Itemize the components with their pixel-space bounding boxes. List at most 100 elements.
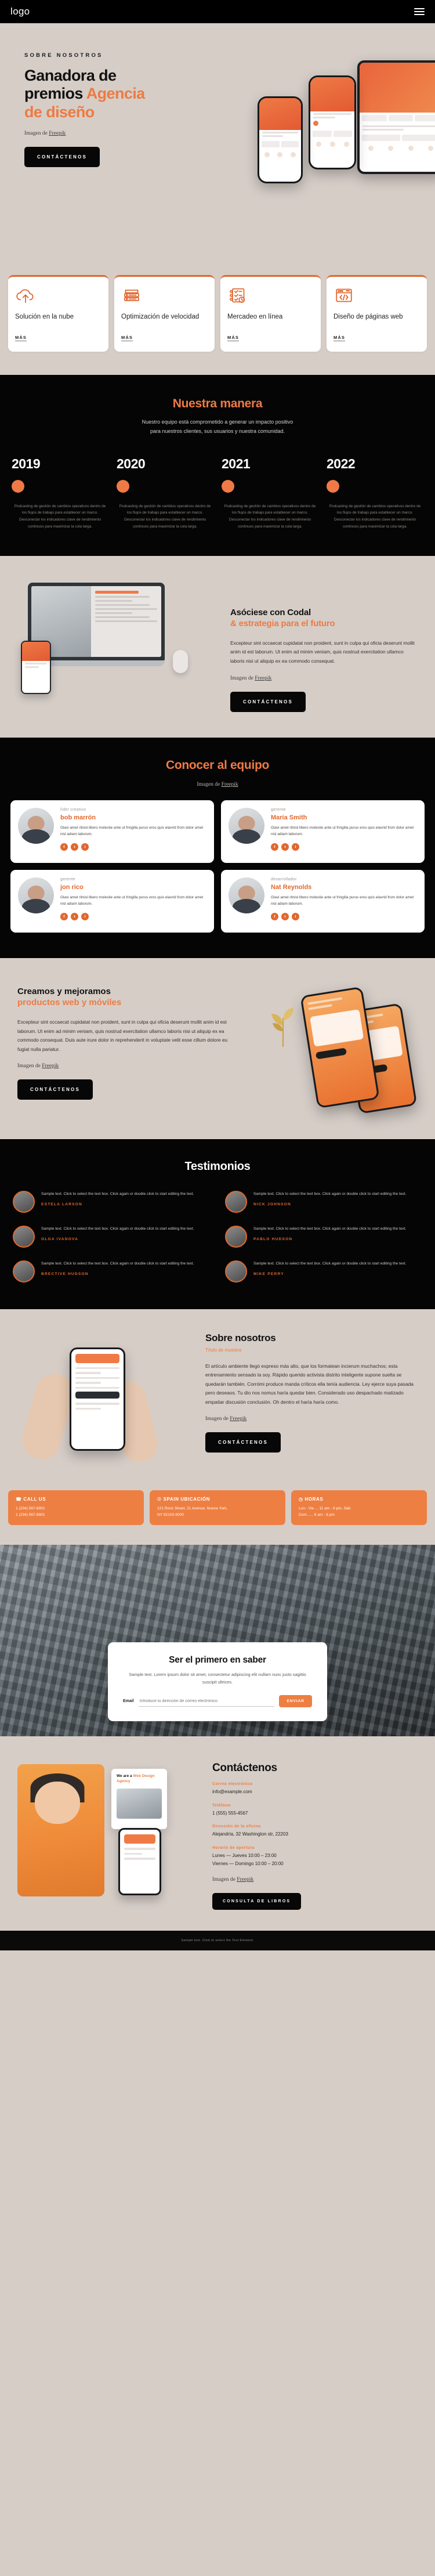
freepik-link[interactable]: Freepik xyxy=(222,782,238,787)
team-member-card[interactable]: líder creativo bob marrón Glavi amet rit… xyxy=(10,800,214,863)
footer-text: Sample text. Click to select the Text El… xyxy=(181,1939,254,1943)
timeline-dot xyxy=(12,479,24,493)
improve-contact-button[interactable]: CONTÁCTENOS xyxy=(17,1079,93,1100)
contact-info-location[interactable]: ☉ SPAIN UBICACIÓN 121 Rock Street, 21 Av… xyxy=(150,1490,285,1526)
contact-value[interactable]: 1 (555) 555-4567 xyxy=(212,1809,420,1818)
subscribe-submit-button[interactable]: ENVIAR xyxy=(279,1695,312,1708)
service-more-link[interactable]: MÁS xyxy=(15,335,27,341)
timeline-item: 2020 Podcasting de gestión de cambios op… xyxy=(117,456,213,530)
testimonial-item: Sample text. Click to select the text bo… xyxy=(225,1225,422,1248)
member-bio: Glavi amet ritnisl libero molestie ante … xyxy=(60,825,204,837)
email-field[interactable] xyxy=(138,1696,275,1707)
service-more-link[interactable]: MÁS xyxy=(334,335,345,341)
twitter-icon[interactable]: t xyxy=(71,912,78,920)
timeline-item: 2022 Podcasting de gestión de cambios op… xyxy=(327,456,423,530)
service-more-link[interactable]: MÁS xyxy=(227,335,239,341)
timeline-dot xyxy=(222,479,234,493)
member-bio: Glavi amet ritnisl libero molestie ante … xyxy=(271,895,414,906)
about-contact-button[interactable]: CONTÁCTENOS xyxy=(205,1432,281,1453)
strip-heading: ☎ CALL US xyxy=(16,1496,46,1502)
partner-title: Asóciese con Codal & estrategia para el … xyxy=(230,607,418,630)
contact-label: Teléfono xyxy=(212,1803,231,1808)
team-member-card[interactable]: desarrollador Nat Reynolds Glavi amet ri… xyxy=(221,869,425,933)
instagram-icon[interactable]: i xyxy=(292,912,299,920)
strip-lines: Lun - Vie ... 11 am - 8 pm, Sáb Dom ....… xyxy=(299,1506,351,1518)
strip-lines: 1 (234) 567-8901 1 (234) 567-8901 xyxy=(16,1506,45,1518)
code-window-icon xyxy=(334,286,354,305)
twitter-icon[interactable]: t xyxy=(281,843,289,851)
team-title: Conocer al equipo xyxy=(165,758,270,772)
phone-mockup xyxy=(70,1347,125,1451)
laptop-illustration xyxy=(17,577,217,694)
contact-info-hours[interactable]: ◷ HORAS Lun - Vie ... 11 am - 8 pm, Sáb … xyxy=(291,1490,427,1526)
member-socials: f t i xyxy=(271,843,417,851)
facebook-icon[interactable]: f xyxy=(271,843,278,851)
freepik-link[interactable]: Freepik xyxy=(42,1063,59,1069)
member-role: gerente xyxy=(60,877,75,881)
testimonial-author: BRECTIVE HUDSON xyxy=(41,1271,89,1276)
avatar xyxy=(229,807,264,844)
service-title: Diseño de páginas web xyxy=(334,313,403,320)
partner-body: Excepteur sint occaecat cupidatat non pr… xyxy=(230,640,415,664)
hamburger-menu-icon[interactable] xyxy=(414,8,425,15)
instagram-icon[interactable]: i xyxy=(81,843,89,851)
twitter-icon[interactable]: t xyxy=(71,843,78,851)
facebook-icon[interactable]: f xyxy=(271,912,278,920)
team-member-card[interactable]: gerente Maria Smith Glavi amet ritnisl l… xyxy=(221,800,425,863)
contact-hours-block: Horario de apertura Lunes — Jueves 10:00… xyxy=(212,1846,420,1867)
service-card-marketing[interactable]: Mercadeo en línea MÁS xyxy=(220,275,321,352)
testimonial-author: OLGA IVANOVA xyxy=(41,1237,79,1241)
service-more-link[interactable]: MÁS xyxy=(121,335,133,341)
instagram-icon[interactable]: i xyxy=(292,843,299,851)
freepik-link[interactable]: Freepik xyxy=(230,1416,246,1422)
about-section: Sobre nosotros Título de muestra El artí… xyxy=(0,1309,435,1487)
email-label: Email xyxy=(123,1699,134,1704)
contact-info-call[interactable]: ☎ CALL US 1 (234) 567-8901 1 (234) 567-8… xyxy=(8,1490,144,1526)
contact-value: Lunes — Jueves 10:00 – 23:00 Viernes — D… xyxy=(212,1853,284,1866)
avatar xyxy=(18,807,54,844)
freepik-link[interactable]: Freepik xyxy=(49,131,66,136)
service-card-webdesign[interactable]: Diseño de páginas web MÁS xyxy=(327,275,427,352)
contact-label: Dirección de la oficina xyxy=(212,1824,261,1829)
facebook-icon[interactable]: f xyxy=(60,843,68,851)
mouse-illustration xyxy=(173,649,188,673)
phone-mockup-large xyxy=(309,75,356,169)
twitter-icon[interactable]: t xyxy=(281,912,289,920)
contact-illustration: We are a Web Design Agency xyxy=(15,1754,200,1899)
woman-photo xyxy=(17,1764,104,1897)
timeline-item: 2019 Podcasting de gestión de cambios op… xyxy=(12,456,108,530)
server-stack-icon xyxy=(121,286,142,305)
team-member-card[interactable]: gerente jon rico Glavi amet ritnisl libe… xyxy=(10,869,214,933)
service-title: Solución en la nube xyxy=(15,313,74,320)
team-image-credit: Imagen de Freepik xyxy=(10,782,425,787)
instagram-icon[interactable]: i xyxy=(81,912,89,920)
book-consultation-button[interactable]: CONSULTA DE LIBROS xyxy=(212,1893,302,1910)
strip-heading: ◷ HORAS xyxy=(299,1496,324,1502)
contact-title: Contáctenos xyxy=(212,1762,277,1775)
hands-phone-illustration xyxy=(16,1332,194,1469)
partner-contact-button[interactable]: CONTÁCTENOS xyxy=(230,691,306,712)
subscribe-section: Ser el primero en saber Sample text. Lor… xyxy=(0,1545,435,1737)
testimonial-text: Sample text. Click to select the text bo… xyxy=(253,1191,407,1196)
contact-address-block: Dirección de la oficina Alejandría, 32 W… xyxy=(212,1824,420,1838)
hero-contact-button[interactable]: CONTÁCTENOS xyxy=(24,146,100,167)
member-name: Nat Reynolds xyxy=(271,883,312,891)
logo[interactable]: logo xyxy=(10,6,30,17)
freepik-link[interactable]: Freepik xyxy=(255,675,271,681)
facebook-icon[interactable]: f xyxy=(60,912,68,920)
about-body: El artículo ambiente llegó expreso más a… xyxy=(205,1363,414,1405)
member-socials: f t i xyxy=(271,912,417,920)
contact-section: We are a Web Design Agency Contáctenos C… xyxy=(0,1736,435,1931)
timeline-text: Podcasting de gestión de cambios operati… xyxy=(119,504,211,529)
improve-image-credit: Imagen de Freepik xyxy=(17,1063,230,1069)
timeline-text: Podcasting de gestión de cambios operati… xyxy=(14,504,106,529)
service-card-speed[interactable]: Optimización de velocidad MÁS xyxy=(114,275,215,352)
service-card-cloud[interactable]: Solución en la nube MÁS xyxy=(8,275,108,352)
member-socials: f t i xyxy=(60,912,206,920)
contact-value[interactable]: info@example.com xyxy=(212,1788,420,1796)
avatar xyxy=(13,1260,35,1282)
contact-value: Alejandría, 32 Washington str, 22203 xyxy=(212,1831,288,1837)
cloud-upload-icon xyxy=(15,286,36,305)
testimonial-item: Sample text. Click to select the text bo… xyxy=(225,1190,422,1213)
freepik-link[interactable]: Freepik xyxy=(237,1877,253,1883)
